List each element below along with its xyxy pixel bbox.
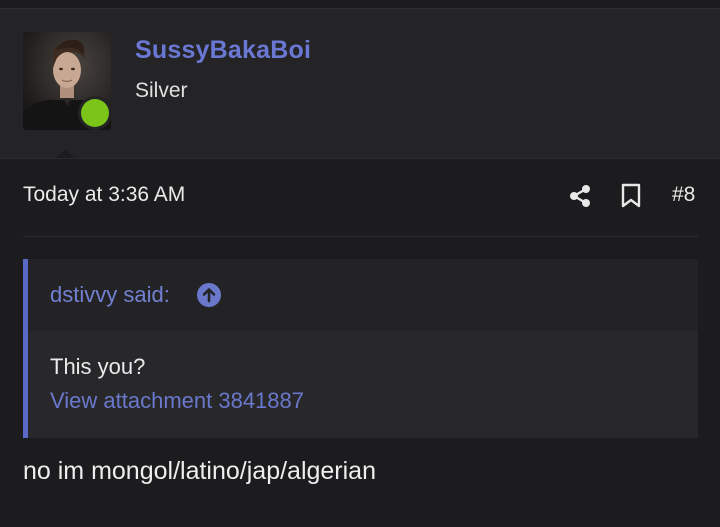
user-title: Silver xyxy=(135,79,188,102)
post-user-header: SussyBakaBoi Silver xyxy=(0,9,720,168)
bookmark-icon[interactable] xyxy=(620,183,642,209)
post-body-text: no im mongol/latino/jap/algerian xyxy=(23,457,376,485)
attachment-link[interactable]: View attachment 3841887 xyxy=(50,388,304,414)
online-status-indicator xyxy=(81,99,109,127)
quote-author-link[interactable]: dstivvy said: xyxy=(50,282,170,308)
username-link[interactable]: SussyBakaBoi xyxy=(135,36,311,65)
post-timestamp[interactable]: Today at 3:36 AM xyxy=(23,183,185,207)
meta-divider xyxy=(23,236,698,237)
post-number-link[interactable]: #8 xyxy=(672,183,695,207)
forum-post-page: SussyBakaBoi Silver Today at 3:36 AM #8 … xyxy=(0,0,720,527)
arrow-up-circle-icon[interactable] xyxy=(197,283,221,307)
quote-text: This you? xyxy=(50,354,146,379)
header-divider xyxy=(0,158,720,159)
quote-header: dstivvy said: xyxy=(28,259,698,331)
quote-block: dstivvy said: This you? View attachment … xyxy=(23,259,698,438)
share-icon[interactable] xyxy=(568,184,592,208)
